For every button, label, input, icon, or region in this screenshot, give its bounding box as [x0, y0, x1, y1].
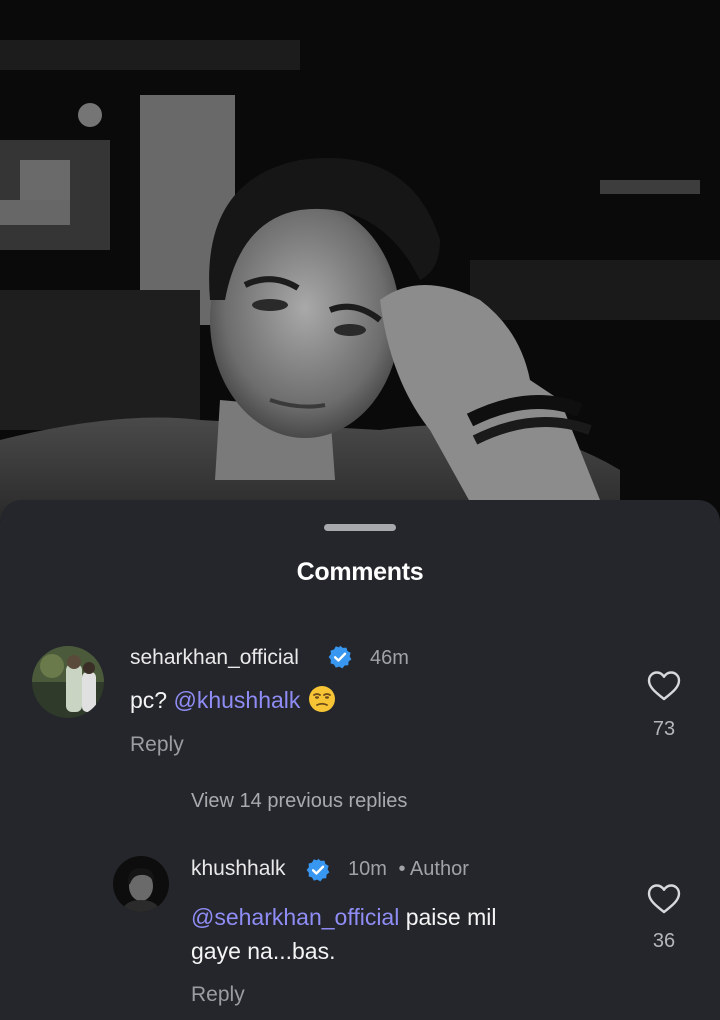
comments-sheet: Comments seharkhan_official 46m pc? @khu…	[0, 500, 720, 1020]
view-previous-replies-button[interactable]: View 14 previous replies	[191, 790, 407, 813]
reply-time-value: 10m	[348, 858, 387, 880]
verified-badge-icon	[306, 858, 330, 882]
comment-username[interactable]: seharkhan_official	[130, 646, 299, 670]
like-count: 73	[652, 718, 676, 740]
sheet-title: Comments	[296, 558, 424, 586]
reply-time: 10m • Author	[348, 858, 469, 881]
reply-button[interactable]: Reply	[130, 733, 184, 757]
avatar[interactable]	[113, 856, 169, 912]
reply-text: @seharkhan_official paise mil gaye na...…	[191, 900, 611, 968]
post-photo	[0, 0, 720, 520]
sheet-grab-handle[interactable]	[324, 524, 396, 531]
unamused-face-icon	[309, 686, 336, 712]
heart-icon[interactable]	[647, 670, 681, 702]
like-count: 36	[652, 930, 676, 952]
avatar[interactable]	[32, 646, 104, 718]
comment-text: pc? @khushhalk	[130, 683, 336, 717]
reply-text-line2: gaye na...bas.	[191, 938, 336, 964]
reply-text-line1: paise mil	[399, 904, 497, 930]
heart-icon[interactable]	[647, 883, 681, 915]
comment-text-prefix: pc?	[130, 687, 174, 713]
author-tag: • Author	[398, 858, 469, 880]
comment-time: 46m	[370, 647, 409, 669]
reply-username[interactable]: khushhalk	[191, 857, 286, 881]
mention-link[interactable]: @khushhalk	[173, 687, 300, 713]
verified-badge-icon	[328, 645, 352, 669]
mention-link[interactable]: @seharkhan_official	[191, 904, 399, 930]
reply-button[interactable]: Reply	[191, 983, 245, 1007]
